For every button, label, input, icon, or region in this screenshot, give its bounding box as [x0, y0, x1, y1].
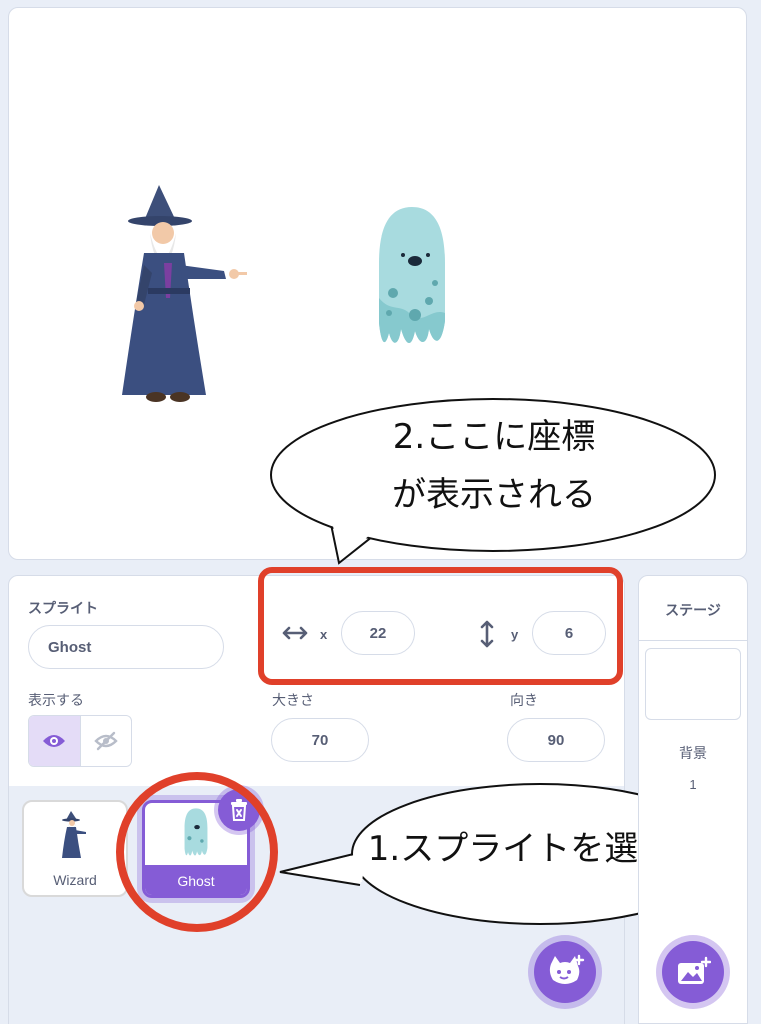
coordinate-callout-line2: が表示される — [392, 475, 596, 515]
sprite-tile-label: Wizard — [53, 872, 97, 888]
image-add-icon — [678, 956, 711, 984]
cat-add-icon — [549, 954, 585, 984]
hide-sprite-button[interactable] — [81, 716, 132, 766]
visibility-toggle — [28, 715, 132, 767]
stage-title: ステージ — [665, 602, 721, 618]
direction-label: 向き — [510, 692, 538, 708]
sprite-label: スプライト — [28, 600, 98, 616]
wizard-thumbnail — [62, 811, 86, 858]
eye-slash-icon — [94, 731, 118, 751]
stage-panel-divider — [639, 640, 747, 641]
direction-input[interactable]: 90 — [507, 718, 605, 762]
size-input[interactable]: 70 — [271, 718, 369, 762]
sprite-tile-wizard[interactable]: Wizard — [22, 800, 128, 897]
coordinate-callout-line1: 2.ここに座標 — [392, 417, 596, 457]
choose-backdrop-button[interactable] — [662, 941, 724, 1003]
backdrop-label: 背景 — [679, 745, 707, 761]
coordinate-callout-text: 2.ここに座標 が表示される — [309, 408, 679, 524]
coordinate-highlight-box — [258, 567, 623, 685]
sprite-name-input[interactable]: Ghost — [28, 625, 224, 669]
show-label: 表示する — [28, 692, 84, 708]
stage-canvas[interactable]: 2.ここに座標 が表示される — [8, 7, 747, 565]
backdrop-count: 1 — [689, 777, 697, 792]
size-label: 大きさ — [272, 692, 314, 708]
show-sprite-button[interactable] — [29, 716, 81, 766]
stage-thumbnail[interactable] — [645, 648, 741, 720]
ghost-sprite[interactable] — [371, 203, 453, 353]
eye-icon — [43, 735, 66, 747]
choose-sprite-button[interactable] — [534, 941, 596, 1003]
wizard-sprite[interactable] — [114, 173, 249, 408]
ghost-selection-highlight-circle — [116, 772, 278, 932]
